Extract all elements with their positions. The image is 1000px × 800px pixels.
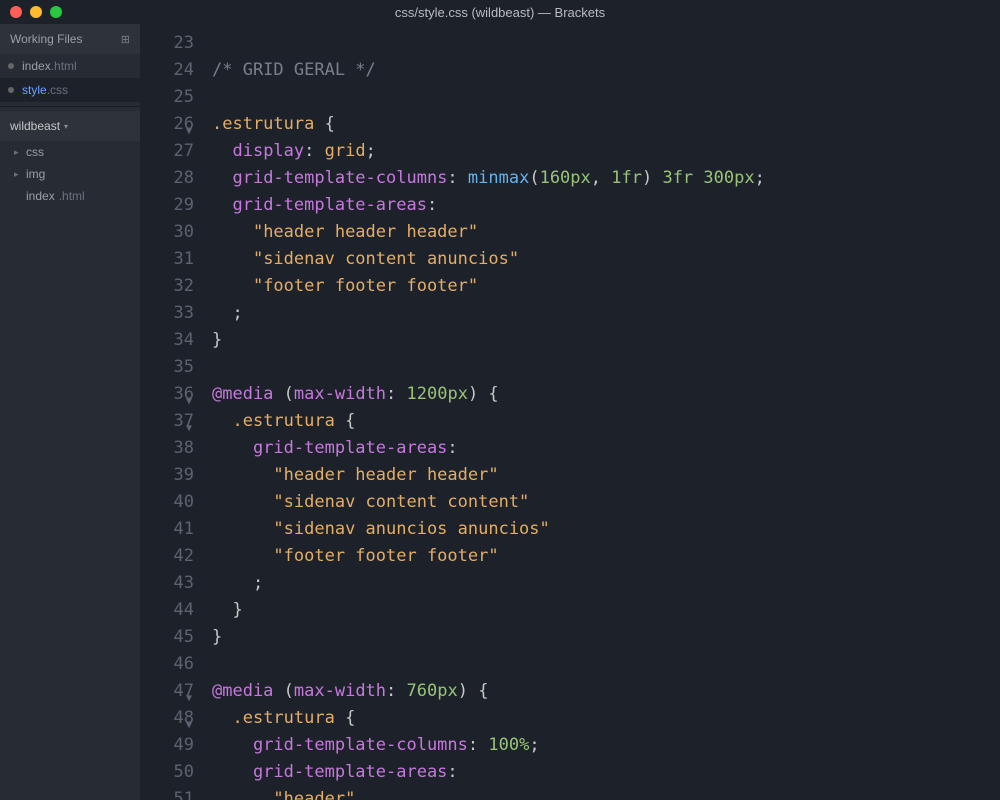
working-file-item[interactable]: style.css bbox=[0, 78, 140, 102]
code-line[interactable]: grid-template-areas: bbox=[212, 192, 1000, 219]
line-gutter[interactable]: 23242526▼27282930313233343536▼37▼3839404… bbox=[140, 24, 212, 800]
code-line[interactable]: "sidenav content content" bbox=[212, 489, 1000, 516]
window-title: css/style.css (wildbeast) — Brackets bbox=[10, 5, 990, 20]
line-number[interactable]: 40 bbox=[140, 489, 194, 516]
code-line[interactable]: } bbox=[212, 597, 1000, 624]
tree-folder[interactable]: ▸ img bbox=[0, 163, 140, 185]
line-number[interactable]: 35 bbox=[140, 354, 194, 381]
line-number[interactable]: 50 bbox=[140, 759, 194, 786]
line-number[interactable]: 36▼ bbox=[140, 381, 194, 408]
line-number[interactable]: 38 bbox=[140, 435, 194, 462]
line-number[interactable]: 28 bbox=[140, 165, 194, 192]
window-controls bbox=[10, 6, 62, 18]
file-name: style bbox=[22, 83, 47, 97]
line-number[interactable]: 47▼ bbox=[140, 678, 194, 705]
tree-folder[interactable]: ▸ css bbox=[0, 141, 140, 163]
code-line[interactable]: "footer footer footer" bbox=[212, 273, 1000, 300]
tree-item-ext: .html bbox=[59, 189, 85, 203]
code-line[interactable]: "header header header" bbox=[212, 219, 1000, 246]
code-line[interactable]: "sidenav content anuncios" bbox=[212, 246, 1000, 273]
line-number[interactable]: 42 bbox=[140, 543, 194, 570]
code-line[interactable]: grid-template-columns: minmax(160px, 1fr… bbox=[212, 165, 1000, 192]
working-files-options-icon[interactable]: ⊞ bbox=[121, 33, 130, 46]
line-number[interactable]: 49 bbox=[140, 732, 194, 759]
line-number[interactable]: 26▼ bbox=[140, 111, 194, 138]
code-line[interactable] bbox=[212, 30, 1000, 57]
line-number[interactable]: 39 bbox=[140, 462, 194, 489]
maximize-icon[interactable] bbox=[50, 6, 62, 18]
line-number[interactable]: 30 bbox=[140, 219, 194, 246]
code-line[interactable]: ; bbox=[212, 570, 1000, 597]
code-line[interactable]: "header header header" bbox=[212, 462, 1000, 489]
caret-right-icon: ▸ bbox=[14, 147, 22, 158]
code-line[interactable] bbox=[212, 354, 1000, 381]
minimize-icon[interactable] bbox=[30, 6, 42, 18]
line-number[interactable]: 25 bbox=[140, 84, 194, 111]
line-number[interactable]: 27 bbox=[140, 138, 194, 165]
tree-item-name: img bbox=[26, 167, 45, 181]
sidebar: Working Files ⊞ index.htmlstyle.css wild… bbox=[0, 24, 140, 800]
tree-item-name: index bbox=[26, 189, 55, 203]
working-file-item[interactable]: index.html bbox=[0, 54, 140, 78]
code-content[interactable]: /* GRID GERAL */ .estrutura { display: gr… bbox=[212, 24, 1000, 800]
line-number[interactable]: 48▼ bbox=[140, 705, 194, 732]
code-line[interactable]: @media (max-width: 760px) { bbox=[212, 678, 1000, 705]
code-line[interactable]: /* GRID GERAL */ bbox=[212, 57, 1000, 84]
file-dirty-dot-icon bbox=[8, 63, 14, 69]
main-area: Working Files ⊞ index.htmlstyle.css wild… bbox=[0, 24, 1000, 800]
line-number[interactable]: 43 bbox=[140, 570, 194, 597]
file-ext: .html bbox=[51, 59, 77, 73]
code-line[interactable]: } bbox=[212, 327, 1000, 354]
tree-item-name: css bbox=[26, 145, 44, 159]
line-number[interactable]: 46 bbox=[140, 651, 194, 678]
code-line[interactable] bbox=[212, 651, 1000, 678]
working-files-label: Working Files bbox=[10, 32, 82, 46]
code-line[interactable]: .estrutura { bbox=[212, 705, 1000, 732]
close-icon[interactable] bbox=[10, 6, 22, 18]
code-line[interactable]: grid-template-columns: 100%; bbox=[212, 732, 1000, 759]
code-line[interactable]: .estrutura { bbox=[212, 111, 1000, 138]
line-number[interactable]: 29 bbox=[140, 192, 194, 219]
tree-file[interactable]: index .html bbox=[0, 185, 140, 207]
line-number[interactable]: 23 bbox=[140, 30, 194, 57]
chevron-down-icon: ▾ bbox=[64, 122, 68, 131]
project-name: wildbeast bbox=[10, 119, 60, 133]
titlebar: css/style.css (wildbeast) — Brackets bbox=[0, 0, 1000, 24]
sidebar-divider bbox=[0, 106, 140, 107]
code-line[interactable]: grid-template-areas: bbox=[212, 435, 1000, 462]
code-line[interactable]: } bbox=[212, 624, 1000, 651]
file-ext: .css bbox=[47, 83, 68, 97]
working-files-header[interactable]: Working Files ⊞ bbox=[0, 24, 140, 54]
code-line[interactable] bbox=[212, 84, 1000, 111]
file-name: index bbox=[22, 59, 51, 73]
file-tree: ▸ css ▸ img index .html bbox=[0, 141, 140, 207]
code-line[interactable]: display: grid; bbox=[212, 138, 1000, 165]
code-line[interactable]: grid-template-areas: bbox=[212, 759, 1000, 786]
code-line[interactable]: ; bbox=[212, 300, 1000, 327]
line-number[interactable]: 32 bbox=[140, 273, 194, 300]
line-number[interactable]: 45 bbox=[140, 624, 194, 651]
line-number[interactable]: 44 bbox=[140, 597, 194, 624]
code-line[interactable]: .estrutura { bbox=[212, 408, 1000, 435]
line-number[interactable]: 31 bbox=[140, 246, 194, 273]
line-number[interactable]: 24 bbox=[140, 57, 194, 84]
code-editor[interactable]: 23242526▼27282930313233343536▼37▼3839404… bbox=[140, 24, 1000, 800]
project-dropdown[interactable]: wildbeast ▾ bbox=[0, 111, 140, 141]
caret-right-icon: ▸ bbox=[14, 169, 22, 180]
code-line[interactable]: "sidenav anuncios anuncios" bbox=[212, 516, 1000, 543]
code-line[interactable]: "footer footer footer" bbox=[212, 543, 1000, 570]
file-dirty-dot-icon bbox=[8, 87, 14, 93]
working-files-list: index.htmlstyle.css bbox=[0, 54, 140, 102]
line-number[interactable]: 41 bbox=[140, 516, 194, 543]
code-line[interactable]: @media (max-width: 1200px) { bbox=[212, 381, 1000, 408]
line-number[interactable]: 33 bbox=[140, 300, 194, 327]
line-number[interactable]: 34 bbox=[140, 327, 194, 354]
line-number[interactable]: 37▼ bbox=[140, 408, 194, 435]
line-number[interactable]: 51 bbox=[140, 786, 194, 800]
code-line[interactable]: "header" bbox=[212, 786, 1000, 800]
